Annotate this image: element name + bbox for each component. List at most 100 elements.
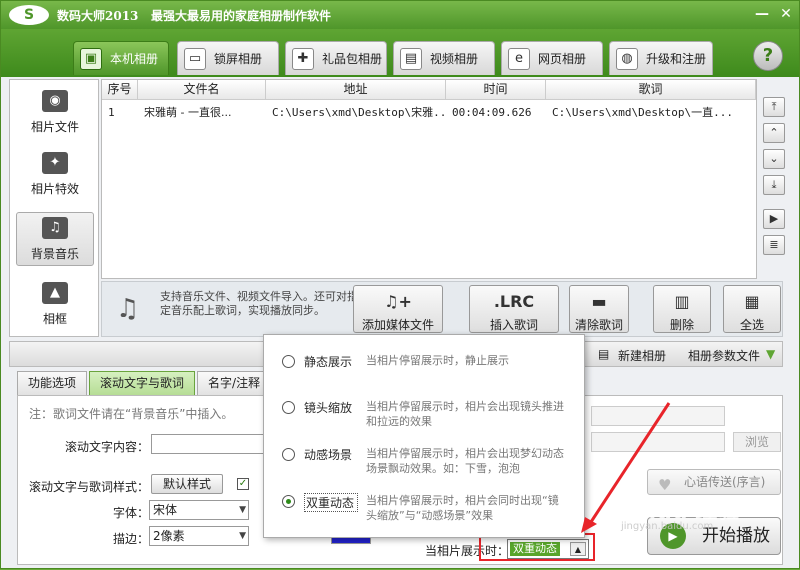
option-static[interactable]: 静态展示 当相片停留展示时，静止展示 (280, 353, 580, 393)
move-bottom-icon[interactable]: ⤓ (763, 175, 785, 195)
monitor-icon: ▭ (184, 47, 206, 70)
lrc-icon: .LRC (493, 292, 535, 311)
tab-web-album[interactable]: e 网页相册 (501, 41, 603, 75)
table-cell: C:\Users\xmd\Desktop\一直... (552, 106, 733, 119)
option-description: 当相片停留展示时，静止展示 (366, 354, 509, 367)
table-cell: 1 (108, 106, 115, 119)
tab-label: 本机相册 (110, 52, 159, 66)
minimize-button[interactable]: — (753, 5, 771, 23)
properties-icon[interactable]: ≣ (763, 235, 785, 255)
insert-lyrics-button[interactable]: .LRC 插入歌词 (469, 285, 559, 333)
tab-upgrade-register[interactable]: ◍ 升级和注册 (609, 41, 713, 75)
tab-label: 锁屏相册 (214, 52, 263, 66)
tab-label: 升级和注册 (646, 52, 707, 66)
sidebar-item-label: 相框 (42, 312, 67, 326)
move-up-icon[interactable]: ⌃ (763, 123, 785, 143)
app-slogan: 最强大最易用的家庭相册制作软件 (151, 9, 332, 23)
hammer-icon: ▬ (591, 292, 607, 311)
disabled-field (591, 406, 725, 426)
option-description: 当相片停留展示时，相片会同时出现“镜头缩放”与“动感场景”效果 (366, 494, 559, 522)
column-header[interactable]: 歌词 (546, 80, 756, 99)
tab-label: 礼品包相册 (322, 52, 383, 66)
delete-button[interactable]: ▥ 删除 (653, 285, 711, 333)
play-preview-icon[interactable]: ▶ (763, 209, 785, 229)
sparkle-icon: ✦ (42, 152, 68, 174)
tab-name-comment[interactable]: 名字/注释 (197, 371, 272, 395)
radio-button[interactable] (282, 448, 295, 461)
trash-icon: ▥ (674, 292, 690, 311)
table-cell: C:\Users\xmd\Desktop\宋雅... (272, 106, 446, 119)
album-params-link[interactable]: 相册参数文件 (688, 347, 760, 364)
tab-function-options[interactable]: 功能选项 (17, 371, 88, 395)
button-label: 删除 (669, 318, 694, 332)
sidebar-item-photo-effects[interactable]: ✦ 相片特效 (16, 148, 94, 202)
default-style-button[interactable]: 默认样式 (151, 474, 223, 494)
option-zoom[interactable]: 镜头缩放 当相片停留展示时，相片会出现镜头推进和拉远的效果 (280, 399, 580, 439)
button-label: 心语传送(序言) (684, 475, 766, 489)
option-name: 镜头缩放 (304, 401, 353, 415)
chevron-down-icon[interactable]: ▼ (766, 347, 775, 361)
sidebar-item-label: 背景音乐 (30, 247, 79, 261)
frame-icon: ▲ (42, 282, 68, 304)
tab-local-album[interactable]: ▣ 本机相册 (73, 41, 169, 75)
move-top-icon[interactable]: ⤒ (763, 97, 785, 117)
tab-label: 网页相册 (538, 52, 587, 66)
globe-icon: ◍ (616, 47, 638, 70)
sidebar: ◉ 相片文件 ✦ 相片特效 ♫ 背景音乐 ▲ 相框 (9, 79, 99, 337)
lyrics-note: 注：歌词文件请在“背景音乐”中插入。 (29, 407, 234, 421)
sidebar-item-background-music[interactable]: ♫ 背景音乐 (16, 212, 94, 266)
add-media-button[interactable]: ♫+ 添加媒体文件 (353, 285, 443, 333)
table-row[interactable]: 1 宋雅萌 - 一直很... C:\Users\xmd\Desktop\宋雅..… (102, 104, 756, 122)
tab-gift-album[interactable]: ✚ 礼品包相册 (285, 41, 387, 75)
option-tabs: 功能选项 滚动文字与歌词 名字/注释 (17, 371, 273, 395)
option-description: 当相片停留展示时，相片会出现梦幻动态场景飘动效果。如：下雪，泡泡 (366, 447, 564, 475)
scroll-text-input[interactable] (151, 434, 265, 454)
close-button[interactable]: ✕ (777, 5, 795, 23)
watermark-sub: jingyan.baidu.com (621, 521, 714, 532)
photo-album-icon: ▣ (80, 47, 102, 70)
button-label: 添加媒体文件 (361, 318, 434, 332)
tab-lockscreen-album[interactable]: ▭ 锁屏相册 (177, 41, 279, 75)
app-logo-icon: S (9, 5, 49, 25)
app-window: S 数码大师2013 最强大最易用的家庭相册制作软件 — ✕ ▣ 本机相册 ▭ … (0, 0, 800, 569)
table-header: 序号 文件名 地址 时间 歌词 (102, 80, 756, 100)
music-note-icon: ♫ (42, 217, 68, 239)
radio-button[interactable] (282, 355, 295, 368)
column-header[interactable]: 地址 (266, 80, 446, 99)
style-label: 滚动文字与歌词样式： (29, 480, 150, 494)
sidebar-item-label: 相片特效 (30, 182, 79, 196)
new-album-icon[interactable]: ▤ (598, 347, 609, 361)
app-title: 数码大师2013 (57, 9, 139, 23)
table-cell: 宋雅萌 - 一直很... (144, 106, 232, 119)
heart-message-button[interactable]: ♥ 心语传送(序言) (647, 469, 781, 495)
ie-browser-icon: e (508, 47, 530, 70)
select-all-button[interactable]: ▦ 全选 (723, 285, 781, 333)
sidebar-item-label: 相片文件 (30, 120, 79, 134)
radio-button-selected[interactable] (282, 495, 295, 508)
font-select[interactable]: 宋体 (149, 500, 249, 520)
radio-button[interactable] (282, 401, 295, 414)
column-header[interactable]: 序号 (102, 80, 138, 99)
option-dynamic-scene[interactable]: 动感场景 当相片停留展示时，相片会出现梦幻动态场景飘动效果。如：下雪，泡泡 (280, 446, 580, 486)
option-double-dynamic[interactable]: 双重动态 当相片停留展示时，相片会同时出现“镜头缩放”与“动感场景”效果 (280, 493, 580, 533)
button-label: 清除歌词 (574, 318, 623, 332)
sidebar-item-photo-files[interactable]: ◉ 相片文件 (16, 86, 94, 140)
camera-icon: ◉ (42, 90, 68, 112)
table-cell: 00:04:09.626 (452, 106, 532, 119)
font-label: 字体： (113, 506, 150, 520)
title-bar: S 数码大师2013 最强大最易用的家庭相册制作软件 — ✕ (1, 1, 799, 29)
help-button[interactable]: ? (753, 41, 783, 71)
new-album-link[interactable]: 新建相册 (618, 347, 666, 364)
stroke-select[interactable]: 2像素 (149, 526, 249, 546)
add-media-icon: ♫+ (384, 292, 412, 311)
sidebar-item-frame[interactable]: ▲ 相框 (16, 278, 94, 332)
scroll-enable-checkbox[interactable]: ✓ (237, 478, 249, 490)
column-header[interactable]: 时间 (446, 80, 546, 99)
column-header[interactable]: 文件名 (138, 80, 266, 99)
clear-lyrics-button[interactable]: ▬ 清除歌词 (569, 285, 629, 333)
tab-video-album[interactable]: ▤ 视频相册 (393, 41, 495, 75)
option-name: 动感场景 (304, 448, 353, 462)
tab-scroll-text-lyrics[interactable]: 滚动文字与歌词 (89, 371, 196, 395)
browse-button[interactable]: 浏览 (733, 432, 781, 452)
move-down-icon[interactable]: ⌄ (763, 149, 785, 169)
